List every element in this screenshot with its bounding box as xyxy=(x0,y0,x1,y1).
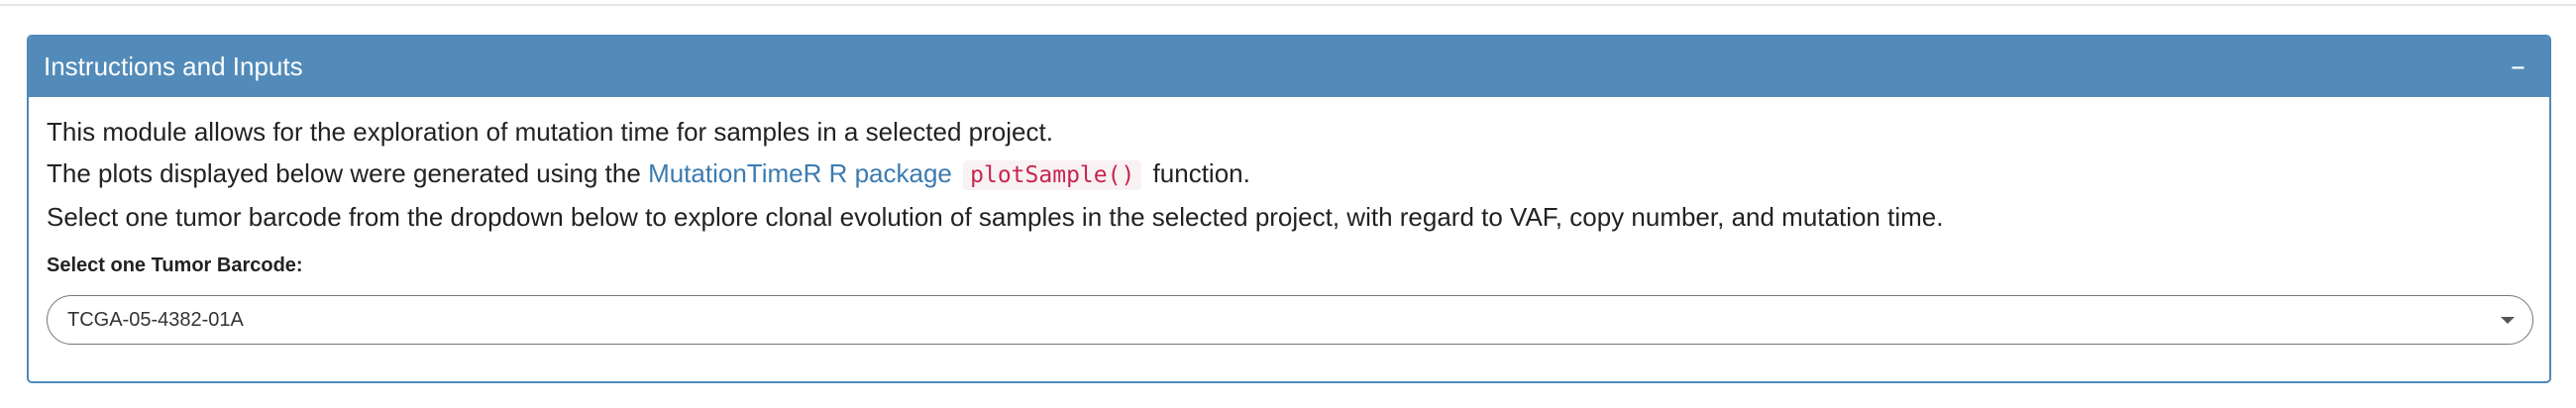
instructions-panel: Instructions and Inputs – This module al… xyxy=(27,35,2551,383)
mutationtimer-package-link[interactable]: MutationTimeR R package xyxy=(648,158,952,188)
description-line-2: The plots displayed below were generated… xyxy=(47,153,2531,196)
panel-header[interactable]: Instructions and Inputs – xyxy=(29,37,2549,97)
top-divider xyxy=(0,0,2576,6)
tumor-barcode-selected-value: TCGA-05-4382-01A xyxy=(67,308,244,331)
description-line-2-prefix: The plots displayed below were generated… xyxy=(47,158,641,188)
caret-down-icon[interactable] xyxy=(2501,316,2515,324)
description-line-3: Select one tumor barcode from the dropdo… xyxy=(47,202,1944,232)
description-line-1: This module allows for the exploration o… xyxy=(47,117,1053,147)
tumor-barcode-select[interactable]: TCGA-05-4382-01A xyxy=(47,295,2533,345)
collapse-minus-icon[interactable]: – xyxy=(2507,51,2529,82)
description-line-2-suffix: function. xyxy=(1152,158,1250,188)
panel-title: Instructions and Inputs xyxy=(44,51,303,81)
plot-sample-code: plotSample() xyxy=(963,160,1142,190)
tumor-barcode-label: Select one Tumor Barcode: xyxy=(47,255,303,276)
panel-body: This module allows for the exploration o… xyxy=(29,97,2549,345)
